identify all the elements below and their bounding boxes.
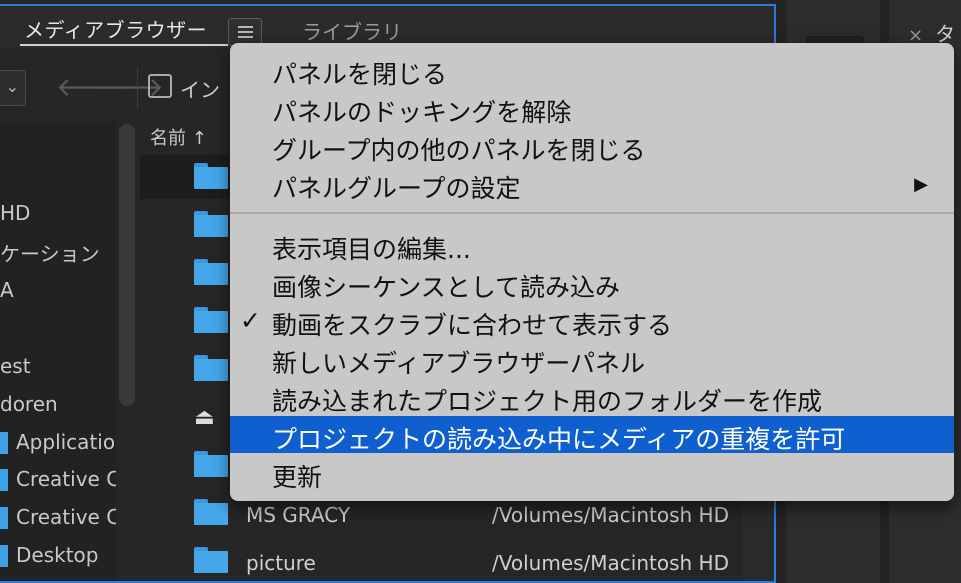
menu-item-label: プロジェクトの読み込み中にメディアの重複を許可	[272, 425, 846, 454]
menu-item-label: 読み込まれたプロジェクト用のフォルダーを作成	[272, 387, 823, 416]
menu-item-label: 表示項目の編集...	[272, 235, 471, 264]
menu-item-label: 画像シーケンスとして読み込み	[272, 273, 621, 302]
menu-item-undock-panel[interactable]: パネルのドッキングを解除	[230, 89, 954, 127]
menu-item-label: グループ内の他のパネルを閉じる	[272, 136, 646, 165]
menu-item-label: 更新	[272, 463, 323, 492]
menu-item-allow-duplicate-media[interactable]: プロジェクトの読み込み中にメディアの重複を許可	[230, 416, 954, 454]
menu-item-label: 動画をスクラブに合わせて表示する	[272, 311, 673, 340]
menu-item-refresh[interactable]: 更新	[230, 454, 954, 492]
menu-item-label: パネルグループの設定	[272, 174, 521, 203]
menu-item-import-image-sequence[interactable]: 画像シーケンスとして読み込み	[230, 264, 954, 302]
panel-context-menu: パネルを閉じる パネルのドッキングを解除 グループ内の他のパネルを閉じる パネル…	[230, 43, 954, 501]
menu-item-label: パネルのドッキングを解除	[272, 98, 572, 127]
menu-separator	[230, 212, 954, 214]
menu-item-label: 新しいメディアブラウザーパネル	[272, 349, 646, 378]
checkmark-icon: ✓	[240, 306, 261, 335]
submenu-arrow-icon: ▶	[914, 174, 928, 195]
menu-item-new-media-browser-panel[interactable]: 新しいメディアブラウザーパネル	[230, 340, 954, 378]
menu-item-label: パネルを閉じる	[272, 60, 448, 89]
menu-item-edit-columns[interactable]: 表示項目の編集...	[230, 226, 954, 264]
menu-item-close-panel[interactable]: パネルを閉じる	[230, 51, 954, 89]
menu-item-close-other-panels[interactable]: グループ内の他のパネルを閉じる	[230, 127, 954, 165]
menu-item-hover-scrub[interactable]: ✓ 動画をスクラブに合わせて表示する	[230, 302, 954, 340]
menu-item-create-folders-for-imported-projects[interactable]: 読み込まれたプロジェクト用のフォルダーを作成	[230, 378, 954, 416]
menu-item-panel-group-settings[interactable]: パネルグループの設定 ▶	[230, 165, 954, 203]
